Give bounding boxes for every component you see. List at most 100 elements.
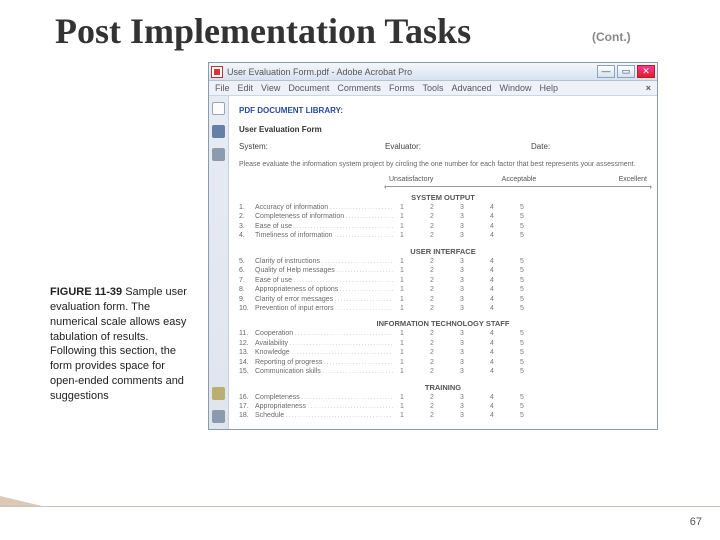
menu-document[interactable]: Document — [288, 83, 329, 93]
row-number: 12. — [239, 339, 255, 348]
scale-value: 3 — [459, 304, 465, 313]
row-number: 8. — [239, 285, 255, 294]
scale-value: 3 — [459, 348, 465, 357]
menu-file[interactable]: File — [215, 83, 230, 93]
acrobat-window: User Evaluation Form.pdf - Adobe Acrobat… — [208, 62, 658, 430]
rating-row: 7.Ease of use12345 — [239, 276, 647, 285]
scale-value: 4 — [489, 339, 495, 348]
scale-value: 1 — [399, 411, 405, 420]
row-number: 9. — [239, 295, 255, 304]
row-number: 6. — [239, 266, 255, 275]
rating-row: 11.Cooperation12345 — [239, 329, 647, 338]
scale-value: 5 — [519, 393, 525, 402]
row-label: Appropriateness of options — [255, 285, 393, 294]
scale-value: 1 — [399, 295, 405, 304]
scale-value: 3 — [459, 222, 465, 231]
row-number: 11. — [239, 329, 255, 338]
scale-value: 2 — [429, 257, 435, 266]
row-label: Completeness of information — [255, 212, 393, 221]
rating-row: 14.Reporting of progress12345 — [239, 358, 647, 367]
scale-value: 2 — [429, 339, 435, 348]
window-title: User Evaluation Form.pdf - Adobe Acrobat… — [227, 67, 593, 77]
scale-value: 5 — [519, 367, 525, 376]
scale-value: 3 — [459, 203, 465, 212]
row-scale: 12345 — [399, 329, 525, 338]
scale-value: 1 — [399, 276, 405, 285]
scale-value: 4 — [489, 285, 495, 294]
legend-low: Unsatisfactory — [389, 176, 469, 183]
row-number: 18. — [239, 411, 255, 420]
scale-value: 1 — [399, 393, 405, 402]
scale-value: 4 — [489, 304, 495, 313]
row-label: Clarity of error messages — [255, 295, 393, 304]
section-title: USER INTERFACE — [239, 247, 647, 256]
scale-value: 2 — [429, 276, 435, 285]
scale-value: 1 — [399, 329, 405, 338]
row-scale: 12345 — [399, 222, 525, 231]
row-label: Accuracy of information — [255, 203, 393, 212]
menu-view[interactable]: View — [261, 83, 280, 93]
scale-value: 3 — [459, 266, 465, 275]
pages-panel-icon[interactable] — [212, 102, 225, 115]
scale-value: 4 — [489, 276, 495, 285]
scale-value: 3 — [459, 295, 465, 304]
row-scale: 12345 — [399, 266, 525, 275]
legend-mid: Acceptable — [469, 176, 569, 183]
scale-value: 1 — [399, 222, 405, 231]
row-scale: 12345 — [399, 348, 525, 357]
row-scale: 12345 — [399, 367, 525, 376]
rating-row: 15.Communication skills12345 — [239, 367, 647, 376]
field-evaluator: Evaluator: — [385, 142, 501, 151]
slide-title: Post Implementation Tasks — [55, 10, 471, 52]
row-number: 13. — [239, 348, 255, 357]
row-number: 17. — [239, 402, 255, 411]
figure-caption: FIGURE 11-39 Sample user evaluation form… — [50, 285, 195, 404]
scale-value: 2 — [429, 295, 435, 304]
scale-value: 1 — [399, 285, 405, 294]
row-scale: 12345 — [399, 402, 525, 411]
scale-value: 5 — [519, 285, 525, 294]
form-header-row: System: Evaluator: Date: — [239, 142, 647, 151]
scale-value: 1 — [399, 231, 405, 240]
attachments-panel-icon[interactable] — [212, 387, 225, 400]
scale-value: 3 — [459, 231, 465, 240]
menu-comments[interactable]: Comments — [337, 83, 381, 93]
doc-close-icon[interactable]: × — [646, 83, 651, 93]
menu-edit[interactable]: Edit — [238, 83, 254, 93]
menu-forms[interactable]: Forms — [389, 83, 415, 93]
row-scale: 12345 — [399, 231, 525, 240]
close-button[interactable]: ✕ — [637, 65, 655, 78]
menu-window[interactable]: Window — [499, 83, 531, 93]
row-scale: 12345 — [399, 285, 525, 294]
nav-sidebar — [209, 96, 229, 429]
scale-value: 4 — [489, 295, 495, 304]
row-label: Appropriateness — [255, 402, 393, 411]
row-scale: 12345 — [399, 339, 525, 348]
scale-value: 1 — [399, 358, 405, 367]
scale-value: 5 — [519, 203, 525, 212]
rating-row: 12.Availability 12345 — [239, 339, 647, 348]
menu-advanced[interactable]: Advanced — [451, 83, 491, 93]
maximize-button[interactable]: ▭ — [617, 65, 635, 78]
scale-value: 2 — [429, 231, 435, 240]
scale-value: 5 — [519, 411, 525, 420]
row-label: Quality of Help messages — [255, 266, 393, 275]
scale-value: 1 — [399, 367, 405, 376]
figure-caption-text: Sample user evaluation form. The numeric… — [50, 286, 187, 402]
comments-panel-icon[interactable] — [212, 410, 225, 423]
titlebar: User Evaluation Form.pdf - Adobe Acrobat… — [209, 63, 657, 81]
bookmarks-panel-icon[interactable] — [212, 125, 225, 138]
row-label: Communication skills — [255, 367, 393, 376]
row-label: Availability — [255, 339, 393, 348]
menu-help[interactable]: Help — [540, 83, 559, 93]
minimize-button[interactable]: — — [597, 65, 615, 78]
scale-value: 4 — [489, 266, 495, 275]
rating-row: 16.Completeness12345 — [239, 393, 647, 402]
rating-row: 10.Prevention of input errors12345 — [239, 304, 647, 313]
scale-value: 5 — [519, 266, 525, 275]
scale-value: 2 — [429, 212, 435, 221]
scale-legend: Unsatisfactory Acceptable Excellent — [389, 176, 647, 187]
signatures-panel-icon[interactable] — [212, 148, 225, 161]
rating-row: 3.Ease of use12345 — [239, 222, 647, 231]
menu-tools[interactable]: Tools — [422, 83, 443, 93]
